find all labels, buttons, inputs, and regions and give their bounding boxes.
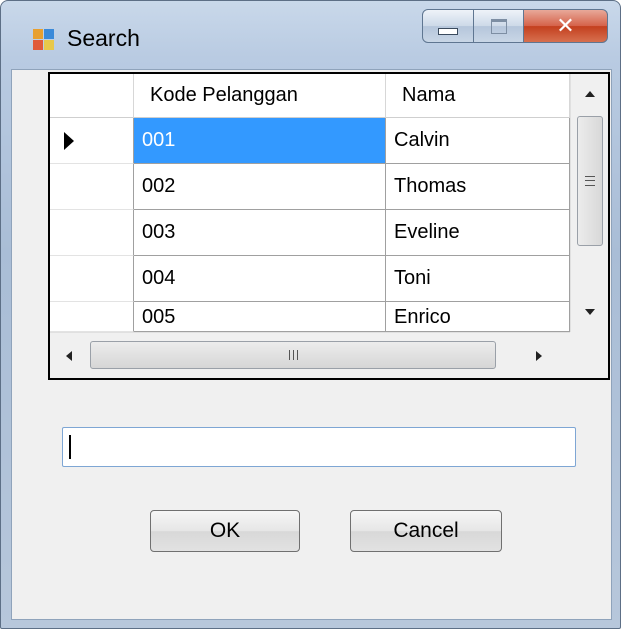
table-row[interactable]: 004 Toni (50, 256, 570, 302)
chevron-left-icon (66, 351, 72, 361)
ok-button[interactable]: OK (150, 510, 300, 552)
vertical-scrollbar[interactable] (570, 74, 608, 332)
table-row[interactable]: 005 Enrico (50, 302, 570, 332)
grid-corner-header[interactable] (50, 74, 134, 118)
minimize-button[interactable] (422, 9, 474, 43)
maximize-icon (490, 18, 507, 34)
table-row[interactable]: 003 Eveline (50, 210, 570, 256)
cell-nama[interactable]: Toni (386, 256, 570, 302)
cell-nama[interactable]: Eveline (386, 210, 570, 256)
cell-kode[interactable]: 001 (134, 118, 386, 164)
cancel-button[interactable]: Cancel (350, 510, 502, 552)
caption-buttons: ✕ (422, 9, 608, 43)
row-header[interactable] (50, 302, 134, 332)
row-header[interactable] (50, 210, 134, 256)
scrollbar-corner (570, 332, 608, 378)
grip-icon (585, 176, 595, 186)
horizontal-scroll-thumb[interactable] (90, 341, 496, 369)
maximize-button[interactable] (474, 9, 524, 43)
title-bar[interactable]: Search ✕ (1, 1, 620, 69)
search-window: Search ✕ Kode Pelanggan Nama 001 Calvin … (0, 0, 621, 629)
grid-header: Kode Pelanggan Nama (50, 74, 570, 118)
table-row[interactable]: 002 Thomas (50, 164, 570, 210)
scroll-down-button[interactable] (571, 292, 608, 332)
row-header[interactable] (50, 256, 134, 302)
cell-kode[interactable]: 004 (134, 256, 386, 302)
column-header-kode[interactable]: Kode Pelanggan (134, 74, 386, 118)
window-title: Search (67, 25, 140, 51)
scroll-up-button[interactable] (571, 74, 608, 114)
row-header[interactable] (50, 164, 134, 210)
table-row[interactable]: 001 Calvin (50, 118, 570, 164)
cell-kode[interactable]: 002 (134, 164, 386, 210)
cell-kode[interactable]: 005 (134, 302, 386, 332)
row-header[interactable] (50, 118, 134, 164)
close-button[interactable]: ✕ (524, 9, 608, 43)
scroll-left-button[interactable] (50, 333, 88, 378)
cell-nama[interactable]: Thomas (386, 164, 570, 210)
grip-icon (288, 350, 298, 360)
customer-data-grid[interactable]: Kode Pelanggan Nama 001 Calvin 002 Thoma… (48, 72, 610, 380)
horizontal-scrollbar[interactable] (50, 332, 570, 378)
chevron-right-icon (536, 351, 542, 361)
cell-kode[interactable]: 003 (134, 210, 386, 256)
row-pointer-icon (64, 132, 74, 150)
scroll-right-button[interactable] (520, 333, 558, 378)
close-icon: ✕ (556, 13, 575, 39)
client-area: Kode Pelanggan Nama 001 Calvin 002 Thoma… (11, 69, 612, 620)
chevron-down-icon (585, 309, 595, 315)
app-window-icon (33, 29, 55, 51)
minimize-icon (438, 27, 458, 35)
search-input[interactable] (62, 427, 576, 467)
chevron-up-icon (585, 91, 595, 97)
cell-nama[interactable]: Calvin (386, 118, 570, 164)
cell-nama[interactable]: Enrico (386, 302, 570, 332)
text-caret (69, 435, 71, 459)
column-header-nama[interactable]: Nama (386, 74, 570, 118)
vertical-scroll-thumb[interactable] (577, 116, 603, 246)
